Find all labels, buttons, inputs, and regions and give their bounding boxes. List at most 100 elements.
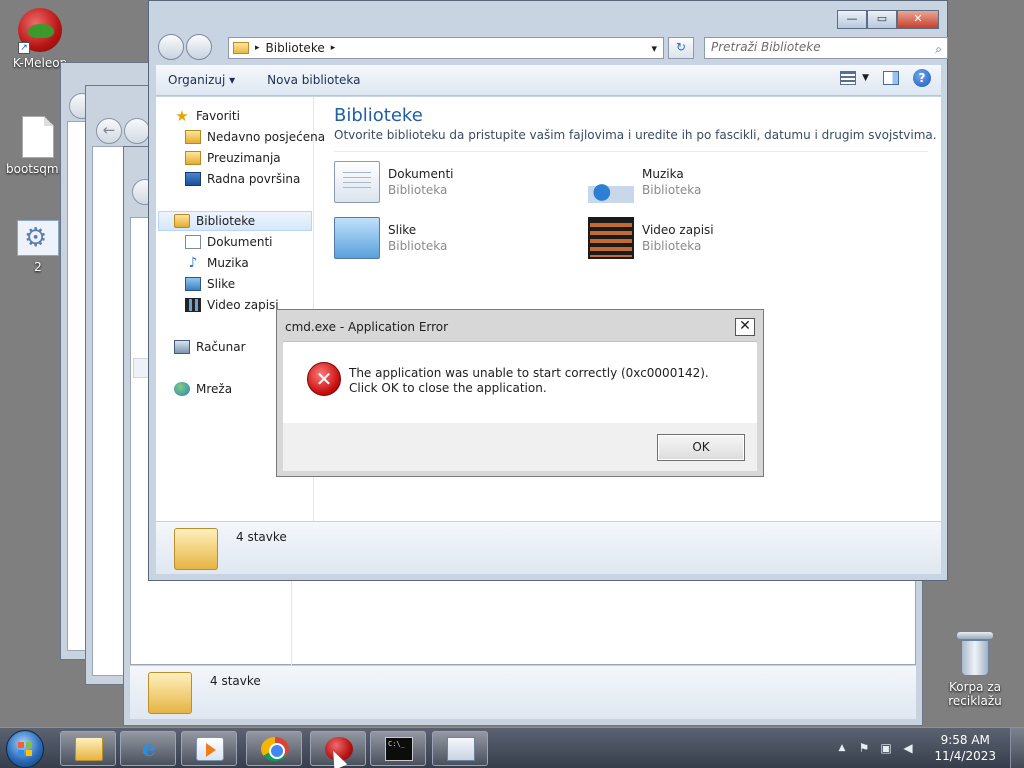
desktop-icon: [185, 172, 201, 186]
clock-date: 11/4/2023: [934, 749, 996, 763]
breadcrumb-separator[interactable]: ▸: [255, 43, 260, 53]
clock-time: 9:58 AM: [940, 733, 990, 747]
start-button[interactable]: [6, 730, 44, 768]
cmd-icon: C:\_: [385, 737, 413, 761]
dialog-title: cmd.exe - Application Error: [285, 320, 449, 334]
forward-icon[interactable]: [124, 118, 150, 144]
nav-network[interactable]: Mreža: [174, 379, 232, 399]
close-button[interactable]: ✕: [897, 10, 939, 29]
nav-music[interactable]: ♪ Muzika: [185, 253, 249, 273]
action-center-icon[interactable]: ⚑: [856, 740, 872, 756]
organize-menu[interactable]: Organizuj ▾: [156, 73, 247, 87]
nav-favorites[interactable]: ★ Favoriti: [174, 106, 240, 126]
taskbar-app[interactable]: [432, 731, 488, 766]
recycle-bin-icon: [957, 632, 993, 676]
nav-pictures[interactable]: Slike: [185, 274, 235, 294]
address-row: ▸ Biblioteke ▸ ▾ ↻ Pretraži Biblioteke ⌕: [158, 34, 948, 60]
library-tile-pictures[interactable]: Slike Biblioteka: [334, 215, 574, 263]
application-window-icon: [447, 737, 475, 761]
preview-pane-button[interactable]: [883, 71, 899, 85]
search-input[interactable]: Pretraži Biblioteke ⌕: [704, 37, 948, 59]
nav-label: Nedavno posjećena: [207, 130, 326, 144]
error-icon: ✕: [307, 362, 341, 396]
breadcrumb-separator[interactable]: ▸: [331, 43, 336, 53]
taskbar-cmd[interactable]: C:\_: [370, 731, 426, 766]
library-type: Biblioteka: [388, 239, 448, 253]
dialog-body: ✕ The application was unable to start co…: [283, 341, 757, 423]
nav-label: Mreža: [196, 382, 233, 396]
view-icon: [840, 71, 857, 85]
clock[interactable]: 9:58 AM 11/4/2023: [934, 732, 996, 764]
show-hidden-icons-button[interactable]: ▲: [834, 740, 850, 756]
documents-library-icon: [334, 161, 380, 203]
library-tile-documents[interactable]: Dokumenti Biblioteka: [334, 159, 574, 207]
music-library-icon: [588, 161, 634, 203]
nav-label: Muzika: [207, 256, 249, 270]
library-name: Dokumenti: [388, 167, 454, 181]
downloads-folder-icon: [185, 151, 201, 165]
nav-label: Biblioteke: [196, 214, 256, 228]
command-bar: Organizuj ▾ Nova biblioteka ▼ ?: [156, 65, 941, 96]
nav-label: Favoriti: [196, 109, 240, 123]
nav-libraries[interactable]: Biblioteke: [174, 211, 255, 231]
minimize-button[interactable]: —: [837, 10, 867, 29]
maximize-button[interactable]: ▭: [867, 10, 897, 29]
library-tile-music[interactable]: Muzika Biblioteka: [588, 159, 828, 207]
help-button[interactable]: ?: [913, 69, 931, 87]
volume-muted-icon[interactable]: ◀: [900, 740, 916, 756]
nav-label: Radna površina: [207, 172, 301, 186]
explorer-window[interactable]: — ▭ ✕ ▸ Biblioteke ▸ ▾ ↻ Pretraži Biblio…: [148, 0, 948, 581]
taskbar-explorer[interactable]: [60, 731, 116, 766]
taskbar-chrome[interactable]: [246, 731, 302, 766]
divider: [334, 151, 928, 152]
taskbar: e C:\_ ▲ ⚑ ▣ ◀ 9:58 AM 11/4/2023: [0, 727, 1024, 768]
desktop-icon-recycle-bin[interactable]: Korpa za reciklažu: [936, 632, 1014, 708]
chrome-icon: [261, 737, 289, 761]
taskbar-media-player[interactable]: [181, 731, 237, 766]
nav-videos[interactable]: Video zapisi: [185, 295, 279, 315]
taskbar-internet-explorer[interactable]: e: [120, 731, 176, 766]
forward-button[interactable]: [186, 34, 212, 60]
error-dialog[interactable]: cmd.exe - Application Error ✕ ✕ The appl…: [276, 309, 764, 477]
desktop-icon-k-meleon[interactable]: ↗ K-Meleon: [2, 8, 78, 70]
setup-icon: [17, 220, 59, 256]
nav-documents[interactable]: Dokumenti: [185, 232, 272, 252]
folder-icon: [75, 737, 103, 761]
nav-computer[interactable]: Računar: [174, 337, 246, 357]
nav-desktop[interactable]: Radna površina: [185, 169, 300, 189]
status-item-count: 4 stavke: [210, 674, 261, 688]
address-dropdown-icon[interactable]: ▾: [651, 42, 657, 55]
videos-library-icon: [588, 217, 634, 259]
computer-icon: [174, 340, 190, 354]
nav-label: Dokumenti: [207, 235, 273, 249]
breadcrumb-libraries[interactable]: Biblioteke: [266, 41, 325, 55]
status-bar: 4 stavke: [130, 665, 916, 719]
address-bar[interactable]: ▸ Biblioteke ▸ ▾: [228, 37, 664, 59]
library-type: Biblioteka: [642, 183, 702, 197]
library-type: Biblioteka: [642, 239, 702, 253]
documents-icon: [185, 235, 201, 249]
star-icon: ★: [175, 107, 189, 125]
ok-button[interactable]: OK: [657, 434, 745, 461]
music-icon: ♪: [188, 255, 198, 271]
network-status-icon[interactable]: ▣: [878, 740, 894, 756]
search-icon[interactable]: ⌕: [935, 40, 942, 59]
system-tray: ▲ ⚑ ▣ ◀ 9:58 AM 11/4/2023: [834, 728, 1024, 768]
library-folder-icon: [174, 528, 218, 570]
refresh-button[interactable]: ↻: [668, 37, 694, 59]
change-view-button[interactable]: ▼: [840, 71, 869, 85]
nav-downloads[interactable]: Preuzimanja: [185, 148, 281, 168]
library-tile-videos[interactable]: Video zapisi Biblioteka: [588, 215, 828, 263]
back-button[interactable]: [158, 34, 184, 60]
library-folder-icon: [148, 672, 192, 714]
navigation-buttons: [158, 34, 218, 60]
back-icon[interactable]: ←: [96, 118, 122, 144]
dialog-close-button[interactable]: ✕: [735, 318, 755, 336]
libraries-folder-icon: [233, 42, 249, 54]
new-library-button[interactable]: Nova biblioteka: [255, 73, 372, 87]
nav-label: Računar: [196, 340, 246, 354]
pictures-library-icon: [334, 217, 380, 259]
nav-recent[interactable]: Nedavno posjećena: [185, 127, 325, 147]
search-placeholder: Pretraži Biblioteke: [711, 40, 821, 54]
show-desktop-button[interactable]: [1010, 728, 1024, 768]
